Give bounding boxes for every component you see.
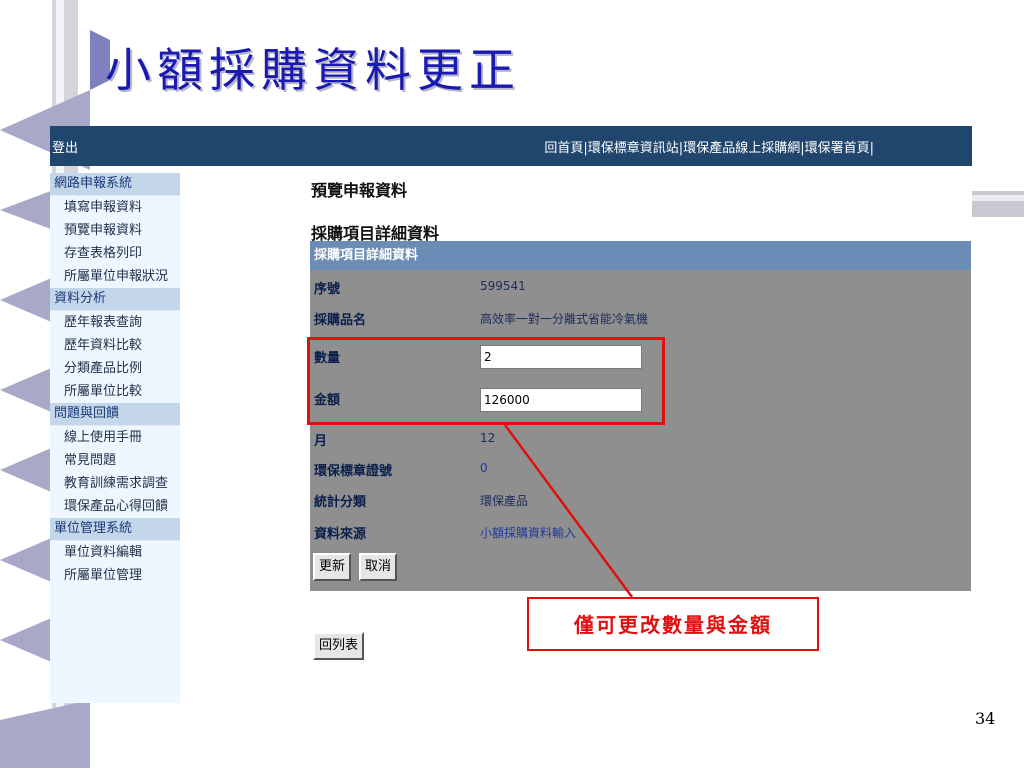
ecolabel-number-label: 環保標章證號 xyxy=(314,464,393,479)
top-nav-bar: 登出 回首頁|環保標章資訊站|環保產品線上採購網|環保署首頁| xyxy=(50,126,972,166)
source-value: 小額採購資料輸入 xyxy=(480,526,577,540)
sidebar-item-unit-comparison[interactable]: 所屬單位比較 xyxy=(50,380,180,403)
sidebar-item-edit-unit[interactable]: 單位資料編輯 xyxy=(50,541,180,564)
month-label: 月 xyxy=(314,434,328,449)
sidebar-item-yearly-report-query[interactable]: 歷年報表查詢 xyxy=(50,311,180,334)
logout-link[interactable]: 登出 xyxy=(52,137,78,156)
cancel-button[interactable]: 取消 xyxy=(359,553,398,581)
slide-title: 小額採購資料更正 xyxy=(105,43,521,97)
serial-label: 序號 xyxy=(314,282,341,297)
separator: | xyxy=(869,141,874,156)
top-links: 回首頁|環保標章資訊站|環保產品線上採購網|環保署首頁| xyxy=(544,137,874,156)
sidebar-section-online-report[interactable]: 網路申報系統 xyxy=(50,173,180,196)
ecolabel-number-value: 0 xyxy=(480,461,488,475)
month-value: 12 xyxy=(480,431,496,445)
sidebar-item-print-forms[interactable]: 存查表格列印 xyxy=(50,242,180,265)
serial-value: 599541 xyxy=(480,279,526,293)
epa-home-link[interactable]: 環保署首頁 xyxy=(805,141,870,156)
sidebar-item-user-manual[interactable]: 線上使用手冊 xyxy=(50,426,180,449)
sidebar-item-preview-report[interactable]: 預覽申報資料 xyxy=(50,219,180,242)
item-name-label: 採購品名 xyxy=(314,313,367,328)
update-button[interactable]: 更新 xyxy=(313,553,352,581)
sidebar-item-faq[interactable]: 常見問題 xyxy=(50,449,180,472)
sidebar-section-data-analysis[interactable]: 資料分析 xyxy=(50,288,180,311)
category-label: 統計分類 xyxy=(314,495,367,510)
sidebar-menu: 網路申報系統 填寫申報資料 預覽申報資料 存查表格列印 所屬單位申報狀況 資料分… xyxy=(50,173,180,703)
home-link[interactable]: 回首頁 xyxy=(544,141,583,156)
item-name-value: 高效率一對一分離式省能冷氣機 xyxy=(480,312,649,326)
page-heading: 預覽申報資料 xyxy=(311,181,408,200)
editable-fields-highlight xyxy=(307,337,665,425)
ecolabel-site-link[interactable]: 環保標章資訊站 xyxy=(588,141,679,156)
callout-box: 僅可更改數量與金額 xyxy=(527,597,819,651)
green-procurement-link[interactable]: 環保產品線上採購網 xyxy=(683,141,800,156)
sidebar-section-unit-management[interactable]: 單位管理系統 xyxy=(50,518,180,541)
sidebar-item-product-feedback[interactable]: 環保產品心得回饋 xyxy=(50,495,180,518)
back-to-list-button[interactable]: 回列表 xyxy=(313,632,365,660)
sidebar-item-unit-report-status[interactable]: 所屬單位申報狀況 xyxy=(50,265,180,288)
sidebar-item-manage-units[interactable]: 所屬單位管理 xyxy=(50,564,180,587)
source-label: 資料來源 xyxy=(314,527,367,542)
panel-title: 採購項目詳細資料 xyxy=(310,241,971,270)
right-tab-decoration xyxy=(972,191,1024,217)
sidebar-section-feedback[interactable]: 問題與回饋 xyxy=(50,403,180,426)
category-value: 環保產品 xyxy=(480,494,529,508)
sidebar-item-training-survey[interactable]: 教育訓練需求調查 xyxy=(50,472,180,495)
sidebar-item-yearly-comparison[interactable]: 歷年資料比較 xyxy=(50,334,180,357)
page-number: 34 xyxy=(975,709,996,728)
sidebar-item-category-ratio[interactable]: 分類產品比例 xyxy=(50,357,180,380)
sidebar-item-fill-report[interactable]: 填寫申報資料 xyxy=(50,196,180,219)
